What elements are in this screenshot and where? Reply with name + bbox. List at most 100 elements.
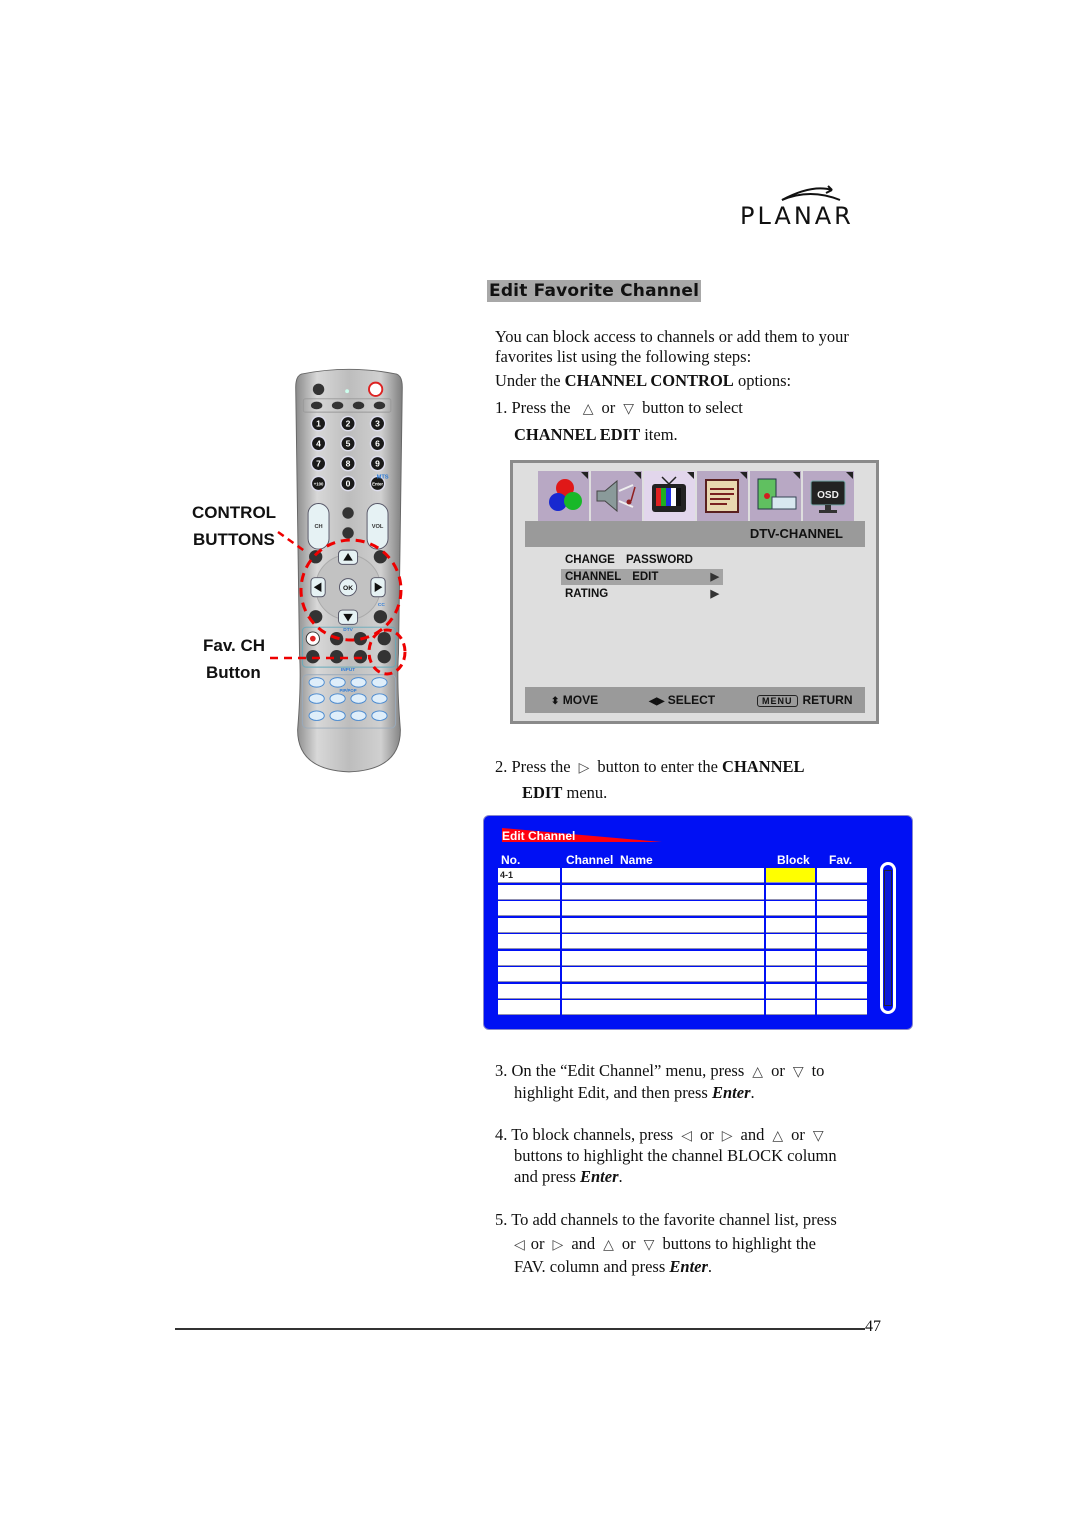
page-number: 47 (865, 1318, 881, 1335)
cell-no[interactable] (498, 1000, 560, 1015)
cell-channel-name[interactable] (562, 967, 764, 982)
channel-row[interactable] (498, 934, 869, 949)
down-arrow-icon: ▽ (623, 401, 635, 417)
cell-block[interactable] (766, 884, 815, 900)
step-1-line-2: CHANNEL EDIT item. (514, 425, 678, 445)
osd-menu-item-rating[interactable]: RATING ▶ (561, 586, 723, 602)
cell-channel-name[interactable] (562, 884, 764, 900)
remote-key-label: 4 (316, 438, 321, 448)
step-4-enter: Enter (579, 1167, 619, 1186)
channel-row[interactable] (498, 917, 869, 933)
cell-fav[interactable] (817, 901, 867, 916)
remote-key-label: 5 (346, 438, 351, 448)
cell-channel-name[interactable] (562, 950, 764, 966)
buttons-label: BUTTONS (193, 530, 275, 549)
left-right-arrow-icon: ◀▶ (649, 696, 665, 707)
cell-no[interactable] (498, 967, 560, 982)
scrollbar-track[interactable] (884, 870, 892, 1006)
cell-fav[interactable] (817, 917, 867, 933)
submenu-arrow-icon: ▶ (710, 571, 719, 583)
osd-header-bar: DTV-CHANNEL (525, 521, 865, 547)
cell-no[interactable] (498, 950, 560, 966)
cell-channel-name[interactable] (562, 868, 764, 883)
cell-block[interactable] (766, 983, 815, 999)
channel-row[interactable] (498, 884, 869, 900)
channel-row[interactable] (498, 901, 869, 916)
planar-logo: PLANAR (740, 182, 885, 232)
column-header-fav: Fav. (829, 853, 853, 867)
step-3-prefix: 3. On the “Edit Channel” menu, press (495, 1061, 745, 1080)
remote-key-label: 7 (316, 458, 321, 468)
cell-block[interactable] (766, 950, 815, 966)
menu-item-label: CHANNEL EDIT (565, 571, 659, 583)
submenu-arrow-icon: ▶ (710, 588, 719, 600)
scrollbar[interactable] (880, 862, 896, 1014)
channel-row[interactable] (498, 983, 869, 999)
cell-channel-name[interactable] (562, 901, 764, 916)
channel-row[interactable] (498, 1000, 869, 1015)
intro-line-1: You can block access to channels or add … (495, 327, 849, 346)
menu-item-label: RATING (565, 588, 609, 600)
step-5-suffix: buttons to highlight the (662, 1234, 816, 1253)
channel-row[interactable]: 4-1 (498, 868, 869, 883)
edit-channel-title: Edit Channel (502, 829, 576, 843)
logo-text: PLANAR (740, 202, 854, 230)
step-5-line-2: ◁ or ▷ and △ or ▽ buttons to highlight the (508, 1234, 816, 1255)
move-label: MOVE (562, 693, 599, 707)
return-label: RETURN (802, 693, 853, 707)
step-4-or-2: or (791, 1125, 805, 1144)
step-3-period: . (750, 1083, 755, 1102)
cell-no[interactable] (498, 901, 560, 916)
step-1-or: or (601, 398, 616, 417)
remote-key-label: 8 (346, 458, 351, 468)
cell-no[interactable] (498, 917, 560, 933)
step-1-bold: CHANNEL EDIT (514, 425, 641, 444)
down-arrow-icon: ▽ (792, 1064, 804, 1080)
cell-no[interactable] (498, 983, 560, 999)
cell-no[interactable] (498, 934, 560, 949)
cell-block[interactable] (766, 934, 815, 949)
control-buttons-leader-line (277, 530, 307, 554)
cell-fav[interactable] (817, 983, 867, 999)
channel-row[interactable] (498, 950, 869, 966)
cell-block[interactable] (766, 1000, 815, 1015)
cell-block[interactable] (766, 901, 815, 916)
step-1-suffix: button to select (642, 398, 743, 417)
step-5-line-3-prefix: FAV. column and press (514, 1257, 670, 1276)
cell-channel-name[interactable] (562, 1000, 764, 1015)
cell-channel-name[interactable] (562, 917, 764, 933)
cell-fav[interactable] (817, 934, 867, 949)
column-header-block: Block (777, 853, 810, 867)
cell-block[interactable] (766, 917, 815, 933)
channel-row[interactable] (498, 967, 869, 982)
up-arrow-icon: △ (582, 401, 594, 417)
step-2-line-2: EDIT menu. (522, 783, 607, 803)
cell-channel-name[interactable] (562, 934, 764, 949)
cell-fav[interactable] (817, 884, 867, 900)
menu-key-icon: MENU (757, 695, 798, 707)
cell-block[interactable] (766, 868, 815, 883)
cell-no[interactable]: 4-1 (498, 868, 560, 883)
cell-fav[interactable] (817, 868, 867, 883)
step-5-and: and (571, 1234, 596, 1253)
step-5-line-3: FAV. column and press Enter. (514, 1257, 712, 1277)
cell-channel-name[interactable] (562, 983, 764, 999)
step-5-or: or (530, 1234, 545, 1253)
cell-block[interactable] (766, 967, 815, 982)
osd-menu-item-change-password[interactable]: CHANGE PASSWORD (561, 552, 723, 568)
fav-ch-label: Fav. CH (203, 636, 266, 655)
step-2-bold-1: CHANNEL (722, 757, 805, 776)
cell-fav[interactable] (817, 967, 867, 982)
tv-channel-icon (644, 471, 695, 521)
cell-fav[interactable] (817, 1000, 867, 1015)
control-buttons-callout-circle (299, 538, 403, 642)
step-3-or: or (771, 1061, 785, 1080)
osd-menu-item-channel-edit[interactable]: CHANNEL EDIT ▶ (561, 569, 723, 585)
svg-text:MTS: MTS (377, 475, 389, 481)
remote-key-label: Enter (372, 481, 383, 486)
cell-fav[interactable] (817, 950, 867, 966)
step-4-and: and (740, 1125, 765, 1144)
cell-no[interactable] (498, 884, 560, 900)
step-4-line-1: 4. To block channels, press ◁ or ▷ and △ or ▽ (495, 1125, 832, 1146)
up-arrow-icon: △ (603, 1237, 614, 1253)
